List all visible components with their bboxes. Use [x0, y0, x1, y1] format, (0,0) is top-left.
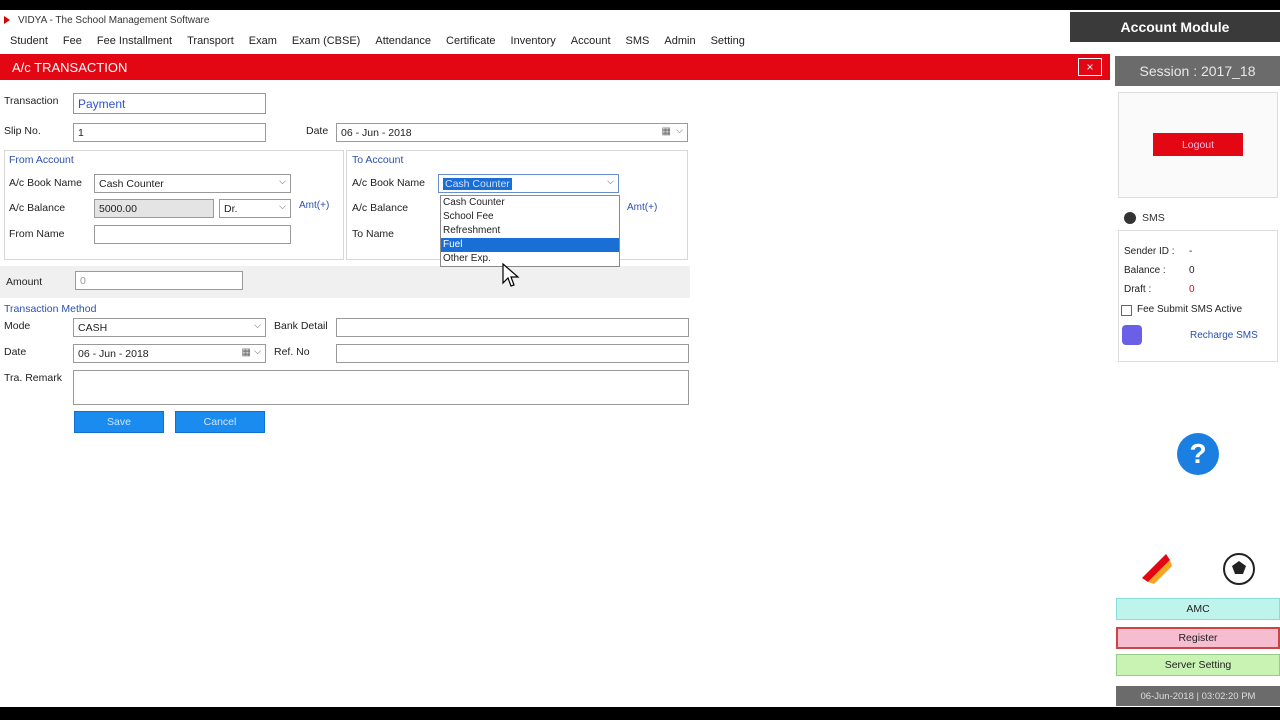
method-date-label: Date — [4, 346, 27, 358]
transaction-label: Transaction — [4, 95, 59, 107]
menu-attendance[interactable]: Attendance — [375, 35, 431, 47]
to-account-title: To Account — [352, 154, 404, 166]
amc-button[interactable]: AMC — [1116, 598, 1280, 620]
app-logo-icon — [4, 15, 14, 25]
menu-transport[interactable]: Transport — [187, 35, 234, 47]
dropdown-option-other-exp[interactable]: Other Exp. — [441, 252, 619, 266]
window-titlebar: VIDYA - The School Management Software — [0, 10, 1060, 30]
sms-title: SMS — [1142, 212, 1165, 224]
to-book-select[interactable]: Cash Counter — [438, 174, 619, 193]
remark-field[interactable] — [73, 370, 689, 405]
app-shortcut-icon[interactable] — [1138, 550, 1174, 586]
transaction-field[interactable]: Payment — [73, 93, 266, 114]
fee-submit-checkbox[interactable] — [1121, 305, 1132, 316]
from-amt-label: Amt(+) — [299, 200, 330, 211]
method-date-picker[interactable]: 06 - Jun - 2018 ▦ — [73, 344, 266, 363]
cancel-button[interactable]: Cancel — [175, 411, 265, 433]
mouse-cursor-icon — [502, 263, 520, 287]
recharge-sms-link[interactable]: Recharge SMS — [1190, 330, 1258, 341]
dropdown-option-cash-counter[interactable]: Cash Counter — [441, 196, 619, 210]
from-drcr-select[interactable]: Dr. — [219, 199, 291, 218]
from-name-label: From Name — [9, 228, 65, 240]
date-label: Date — [306, 125, 329, 137]
dropdown-option-fuel[interactable]: Fuel — [441, 238, 619, 252]
logout-button[interactable]: Logout — [1153, 133, 1243, 156]
session-label: Session : 2017_18 — [1115, 56, 1280, 86]
to-book-value: Cash Counter — [443, 177, 512, 190]
fee-submit-label: Fee Submit SMS Active — [1137, 304, 1243, 315]
from-book-select[interactable]: Cash Counter — [94, 174, 291, 193]
amount-label: Amount — [6, 276, 43, 288]
sender-id-value: - — [1189, 246, 1193, 257]
dropdown-option-school-fee[interactable]: School Fee — [441, 210, 619, 224]
register-button[interactable]: Register — [1116, 627, 1280, 649]
remark-label: Tra. Remark — [4, 372, 62, 384]
save-button[interactable]: Save — [74, 411, 164, 433]
status-datetime: 06-Jun-2018 | 03:02:20 PM — [1116, 686, 1280, 706]
ref-label: Ref. No — [274, 346, 310, 358]
to-amt-label: Amt(+) — [627, 202, 658, 213]
amount-field[interactable]: 0 — [75, 271, 243, 290]
from-balance-field: 5000.00 — [94, 199, 214, 218]
sms-chat-icon — [1124, 212, 1136, 224]
from-book-label: A/c Book Name — [9, 177, 82, 189]
support-ball-icon[interactable] — [1222, 552, 1256, 586]
to-name-label: To Name — [352, 228, 395, 240]
slip-field[interactable]: 1 — [73, 123, 266, 142]
date-picker[interactable]: 06 - Jun - 2018 ▦ — [336, 123, 688, 142]
to-book-dropdown-list: Cash Counter School Fee Refreshment Fuel… — [440, 195, 620, 267]
to-balance-label: A/c Balance — [352, 202, 409, 214]
menu-inventory[interactable]: Inventory — [511, 35, 556, 47]
menu-sms[interactable]: SMS — [626, 35, 650, 47]
main-menu: Student Fee Fee Installment Transport Ex… — [0, 30, 1070, 52]
sender-id-label: Sender ID : — [1124, 246, 1175, 257]
menu-account[interactable]: Account — [571, 35, 611, 47]
menu-admin[interactable]: Admin — [664, 35, 695, 47]
module-title: Account Module — [1070, 12, 1280, 42]
recharge-icon[interactable] — [1122, 325, 1142, 345]
dropdown-option-refreshment[interactable]: Refreshment — [441, 224, 619, 238]
sms-balance-value: 0 — [1189, 265, 1195, 276]
menu-setting[interactable]: Setting — [711, 35, 745, 47]
server-setting-button[interactable]: Server Setting — [1116, 654, 1280, 676]
draft-value: 0 — [1189, 284, 1195, 295]
slip-label: Slip No. — [4, 125, 41, 137]
bank-label: Bank Detail — [274, 320, 328, 332]
from-name-field[interactable] — [94, 225, 291, 244]
bank-field[interactable] — [336, 318, 689, 337]
draft-label: Draft : — [1124, 284, 1152, 295]
menu-fee-installment[interactable]: Fee Installment — [97, 35, 172, 47]
from-balance-label: A/c Balance — [9, 202, 66, 214]
screen-bottom-border — [0, 707, 1280, 720]
page-title-bar: A/c TRANSACTION — [0, 54, 1110, 80]
menu-exam[interactable]: Exam — [249, 35, 277, 47]
calendar-icon[interactable]: ▦ — [662, 126, 671, 137]
mode-label: Mode — [4, 320, 31, 332]
page-title: A/c TRANSACTION — [12, 59, 128, 75]
sms-header: SMS — [1118, 208, 1280, 228]
method-date-value: 06 - Jun - 2018 — [78, 347, 149, 360]
from-account-title: From Account — [9, 154, 74, 166]
sms-balance-label: Balance : — [1124, 265, 1166, 276]
screen-top-border — [0, 0, 1280, 10]
close-button[interactable]: × — [1078, 58, 1102, 76]
menu-fee[interactable]: Fee — [63, 35, 82, 47]
ref-field[interactable] — [336, 344, 689, 363]
mode-select[interactable]: CASH — [73, 318, 266, 337]
method-calendar-icon[interactable]: ▦ — [242, 347, 251, 358]
menu-exam-cbse[interactable]: Exam (CBSE) — [292, 35, 360, 47]
to-book-label: A/c Book Name — [352, 177, 425, 189]
method-title: Transaction Method — [4, 303, 97, 315]
menu-student[interactable]: Student — [10, 35, 48, 47]
date-value: 06 - Jun - 2018 — [341, 126, 412, 139]
window-title: VIDYA - The School Management Software — [18, 14, 210, 26]
help-button[interactable]: ? — [1177, 433, 1219, 475]
menu-certificate[interactable]: Certificate — [446, 35, 496, 47]
